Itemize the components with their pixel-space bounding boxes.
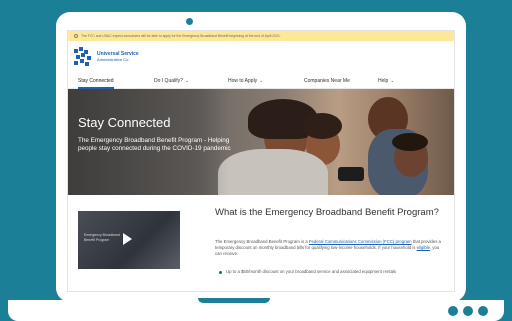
benefit-list: Up to a $50/month discount on your broad… — [219, 269, 439, 275]
webcam-icon — [186, 18, 193, 25]
hero-banner: Stay Connected The Emergency Broadband B… — [68, 89, 454, 195]
laptop-notch — [198, 298, 270, 303]
nav-how-to-apply[interactable]: How to Apply ⌄ — [228, 73, 263, 89]
nav-label: Companies Near Me — [304, 77, 350, 84]
decorative-dots — [448, 306, 488, 316]
hero-subtitle: The Emergency Broadband Benefit Program … — [78, 137, 231, 153]
chevron-down-icon: ⌄ — [184, 77, 190, 84]
play-icon[interactable] — [123, 233, 132, 245]
hero-title: Stay Connected — [78, 115, 171, 130]
list-item-text: Up to a $50/month discount on your broad… — [226, 269, 397, 274]
bullet-icon — [219, 270, 222, 274]
main-content: Emergency Broadband Benefit Program What… — [68, 195, 454, 291]
list-item: Up to a $50/month discount on your broad… — [219, 269, 439, 275]
nav-label: Do I Qualify? — [154, 77, 183, 84]
chevron-down-icon: ⌄ — [390, 77, 395, 84]
chevron-down-icon: ⌄ — [259, 77, 264, 84]
laptop-base — [8, 300, 504, 321]
video-player[interactable]: Emergency Broadband Benefit Program — [78, 211, 180, 269]
family-photo — [218, 89, 454, 195]
nav-companies-near-me[interactable]: Companies Near Me — [304, 73, 350, 89]
info-icon — [74, 34, 78, 38]
dot-icon — [463, 306, 473, 316]
nav-do-i-qualify[interactable]: Do I Qualify? ⌄ — [154, 73, 189, 89]
alert-banner: The FCC and USAC expect consumers will b… — [68, 31, 454, 41]
dot-icon — [478, 306, 488, 316]
logo-subtitle: Administrative Co. — [97, 57, 130, 62]
nav-stay-connected[interactable]: Stay Connected — [78, 73, 114, 89]
usac-logo[interactable]: Universal Service Administrative Co. — [74, 47, 139, 67]
site-header: Universal Service Administrative Co. — [68, 41, 454, 73]
main-nav: Stay Connected Do I Qualify? ⌄ How to Ap… — [68, 73, 454, 89]
nav-label: Help — [378, 77, 389, 84]
section-title: What is the Emergency Broadband Benefit … — [215, 207, 439, 218]
dot-icon — [448, 306, 458, 316]
nav-label: Stay Connected — [78, 77, 114, 84]
alert-banner-text: The FCC and USAC expect consumers will b… — [81, 34, 281, 38]
eligible-link[interactable]: eligible — [417, 245, 430, 250]
section-body: The Emergency Broadband Benefit Program … — [215, 239, 441, 257]
nav-label: How to Apply — [228, 77, 258, 84]
nav-help[interactable]: Help ⌄ — [378, 73, 395, 89]
browser-screen: The FCC and USAC expect consumers will b… — [67, 30, 455, 292]
usac-logo-mark-icon — [74, 47, 94, 67]
fcc-program-link[interactable]: Federal Communications Commission (FCC) … — [309, 239, 412, 244]
